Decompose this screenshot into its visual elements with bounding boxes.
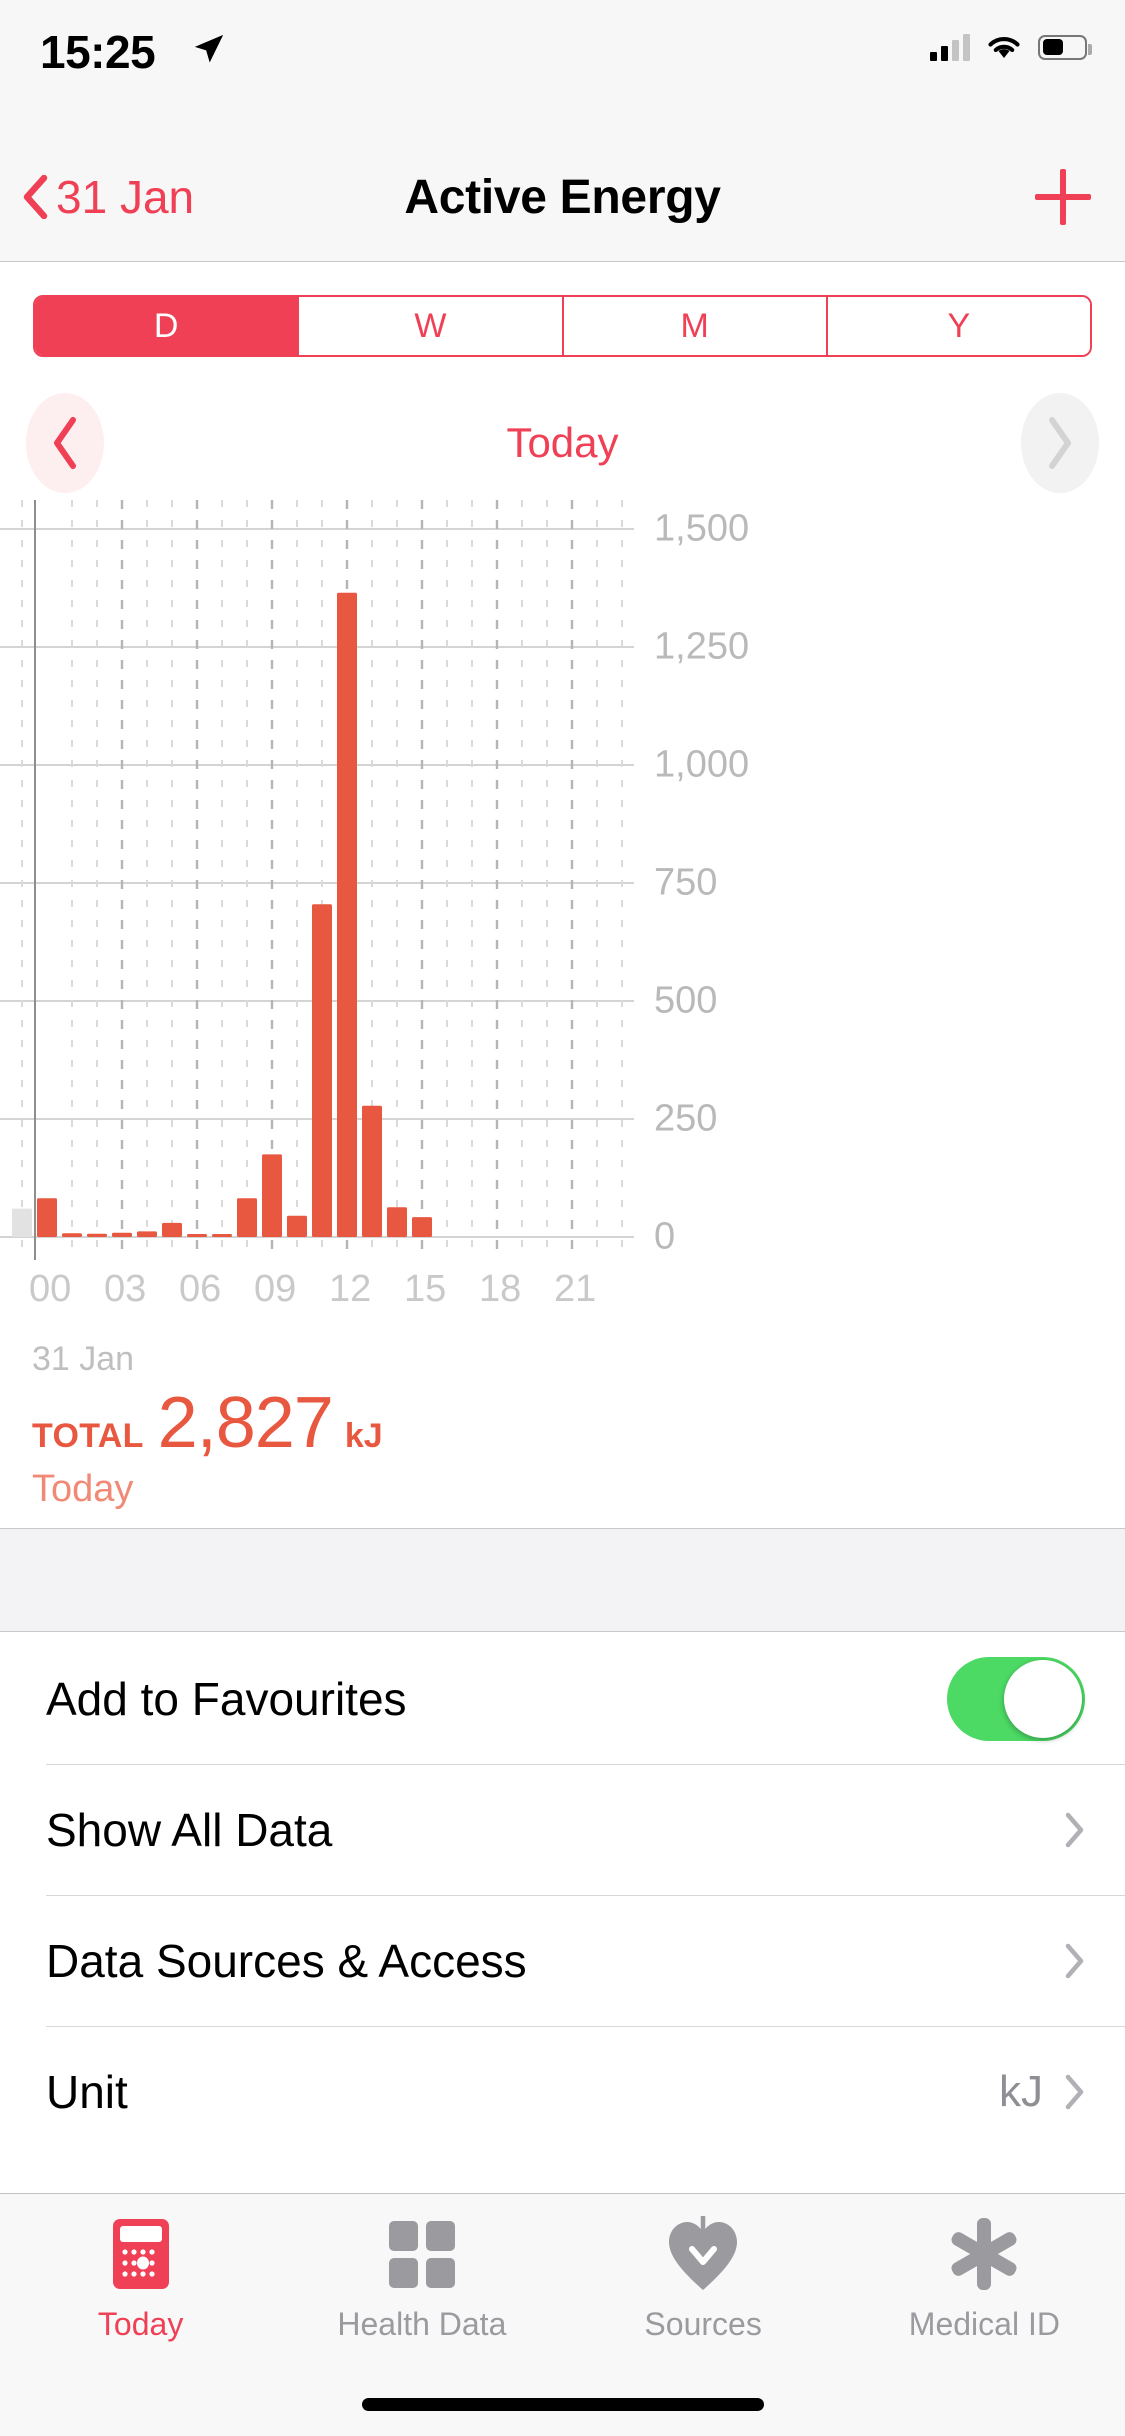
x-axis-tick-label: 09 <box>254 1268 297 1310</box>
row-label: Data Sources & Access <box>46 1934 527 1987</box>
heart-download-icon <box>666 2216 740 2292</box>
x-axis-tick-label: 21 <box>554 1268 597 1310</box>
section-spacer <box>0 1528 1125 1632</box>
health-active-energy-screen: 15:25 31 Jan Active Energy D W M Y Today… <box>0 0 1125 2436</box>
tab-bar: Today Health Data Sources Medical ID <box>0 2193 1125 2436</box>
tab-sources[interactable]: Sources <box>563 2194 844 2362</box>
status-bar-indicators <box>930 32 1092 62</box>
favourites-toggle[interactable] <box>947 1656 1085 1741</box>
row-label: Add to Favourites <box>46 1672 407 1725</box>
y-axis-tick-label: 0 <box>654 1215 676 1258</box>
nav-bar: 31 Jan Active Energy <box>0 132 1125 262</box>
plus-icon <box>1035 169 1091 225</box>
y-axis-tick-label: 1,500 <box>654 507 750 550</box>
segment-week[interactable]: W <box>297 297 562 355</box>
date-nav-label: Today <box>506 419 619 466</box>
page-title: Active Energy <box>404 170 721 224</box>
settings-list: Add to Favourites Show All Data Data Sou… <box>0 1633 1125 2157</box>
chart-x-axis: 00 03 06 09 12 15 18 21 <box>0 1268 660 1338</box>
calendar-icon <box>109 2216 173 2292</box>
total-summary: TOTAL 2,827 kJ <box>32 1382 383 1464</box>
cellular-signal-icon <box>930 33 970 61</box>
segment-day[interactable]: D <box>35 297 298 355</box>
chevron-right-icon <box>1065 1943 1084 1978</box>
chart-y-axis: 0 250 500 750 1,000 1,250 1,500 <box>636 500 1125 1260</box>
x-axis-tick-label: 15 <box>404 1268 447 1310</box>
home-indicator[interactable] <box>361 2398 764 2411</box>
tab-label: Sources <box>644 2306 762 2342</box>
date-navigation: Today <box>0 393 1125 493</box>
location-arrow-icon <box>194 34 224 63</box>
chevron-right-icon <box>1049 417 1071 469</box>
y-axis-tick-label: 250 <box>654 1097 718 1140</box>
total-value: 2,827 <box>157 1383 334 1463</box>
y-axis-tick-label: 500 <box>654 979 718 1022</box>
segment-month[interactable]: M <box>561 297 826 355</box>
unit-value: kJ <box>999 2066 1043 2116</box>
row-unit[interactable]: Unit kJ <box>0 2026 1125 2157</box>
asterisk-medical-icon <box>948 2216 1020 2292</box>
x-axis-tick-label: 03 <box>104 1268 147 1310</box>
row-label: Show All Data <box>46 1803 333 1856</box>
status-bar-time: 15:25 <box>40 26 156 78</box>
status-bar: 15:25 <box>0 0 1125 132</box>
tab-label: Medical ID <box>908 2306 1060 2342</box>
y-axis-tick-label: 1,250 <box>654 625 750 668</box>
wifi-icon <box>988 37 1020 58</box>
x-axis-tick-label: 18 <box>479 1268 522 1310</box>
row-data-sources-access[interactable]: Data Sources & Access <box>0 1895 1125 2026</box>
grid-squares-icon <box>387 2216 457 2292</box>
chart-plot-area[interactable] <box>0 500 634 1260</box>
chart-date-label: 31 Jan <box>32 1340 135 1378</box>
x-axis-tick-label: 00 <box>29 1268 72 1310</box>
active-energy-chart: 0 250 500 750 1,000 1,250 1,500 00 03 06 09 12 15 18… <box>0 500 1125 1330</box>
row-label: Unit <box>46 2065 128 2118</box>
tab-label: Health Data <box>337 2306 507 2342</box>
tab-health-data[interactable]: Health Data <box>281 2194 562 2362</box>
total-kicker-label: TOTAL <box>32 1417 144 1455</box>
y-axis-tick-label: 1,000 <box>654 743 750 786</box>
row-add-to-favourites[interactable]: Add to Favourites <box>0 1633 1125 1764</box>
next-day-button[interactable] <box>1021 393 1099 493</box>
toggle-knob <box>1004 1659 1082 1738</box>
range-segmented-control-wrapper: D W M Y <box>33 295 1092 357</box>
chevron-right-icon <box>1065 2074 1084 2109</box>
tab-label: Today <box>97 2306 184 2342</box>
chart-canvas <box>0 500 634 1260</box>
total-subtitle: Today <box>32 1468 134 1510</box>
range-segmented-control[interactable]: D W M Y <box>33 295 1092 357</box>
total-unit: kJ <box>344 1417 383 1455</box>
x-axis-tick-label: 06 <box>179 1268 222 1310</box>
tab-today[interactable]: Today <box>0 2194 281 2362</box>
segment-year[interactable]: Y <box>825 297 1090 355</box>
y-axis-tick-label: 750 <box>654 861 718 904</box>
add-data-button[interactable] <box>1035 132 1091 262</box>
chevron-right-icon <box>1065 1812 1084 1847</box>
tab-medical-id[interactable]: Medical ID <box>844 2194 1125 2362</box>
x-axis-tick-label: 12 <box>329 1268 372 1310</box>
row-show-all-data[interactable]: Show All Data <box>0 1764 1125 1895</box>
battery-icon <box>1038 34 1092 60</box>
